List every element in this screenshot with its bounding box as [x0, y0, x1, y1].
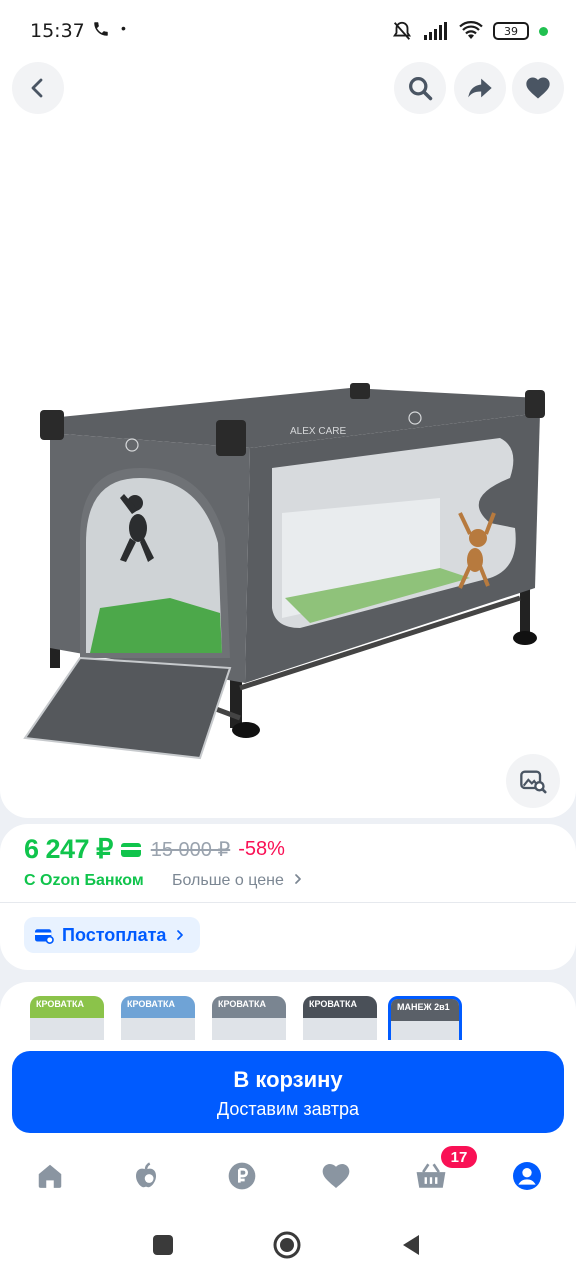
image-search-button[interactable]: [506, 754, 560, 808]
bank-card-icon: [120, 842, 141, 857]
status-time: 15:37: [30, 20, 85, 42]
bottom-nav: [0, 1146, 576, 1208]
triangle-back-icon: [403, 1235, 419, 1255]
chevron-right-icon: [295, 874, 302, 884]
apple-icon: [136, 1162, 156, 1188]
recents-button[interactable]: [148, 1230, 178, 1260]
home-icon: [38, 1164, 62, 1188]
status-dot: •: [121, 20, 126, 36]
delivery-subtitle: Доставим завтра: [216, 1099, 360, 1119]
square-icon: [153, 1235, 173, 1255]
share-button[interactable]: [454, 62, 506, 114]
thumbnail-label: КРОВАТКА: [127, 999, 175, 1009]
status-right-icons: 39: [391, 20, 548, 42]
add-to-cart-button[interactable]: В корзину Доставим завтра: [12, 1051, 564, 1133]
wifi-icon: [459, 21, 483, 39]
nav-profile[interactable]: [507, 1156, 547, 1196]
phone-icon: •: [92, 20, 126, 43]
discount-percent: -58%: [238, 838, 285, 860]
image-search-icon: [520, 770, 547, 794]
chevron-right-icon: [177, 930, 184, 940]
privacy-indicator: [539, 26, 548, 36]
heart-icon: [322, 1164, 350, 1188]
nav-home[interactable]: [30, 1156, 70, 1196]
price-with-ozon-bank: 6 247 ₽: [24, 834, 113, 864]
heart-icon: [526, 77, 550, 99]
thumbnail-label: КРОВАТКА: [36, 999, 84, 1009]
profile-icon: [513, 1162, 541, 1190]
battery-icon: 39: [493, 22, 529, 40]
divider: [0, 902, 576, 903]
system-nav-bar: [0, 1208, 576, 1280]
cart-panel: В корзину Доставим завтра: [0, 1040, 576, 1146]
mute-bell-icon: [392, 21, 412, 40]
postpay-chip[interactable]: Постоплата: [24, 917, 201, 953]
thumbnail-label: КРОВАТКА: [309, 999, 357, 1009]
chevron-left-icon: [31, 78, 43, 98]
search-icon: [409, 77, 433, 101]
postpay-label: Постоплата: [62, 924, 167, 945]
add-to-cart-title: В корзину: [233, 1067, 343, 1092]
home-system-button[interactable]: [272, 1230, 302, 1260]
price-card: 6 247 ₽ 15 000 ₽ -58% С Ozon Банком Боль…: [0, 824, 576, 970]
product-photo[interactable]: ALEX CARE: [20, 338, 550, 778]
ozon-bank-label: С Ozon Банком: [24, 872, 144, 889]
battery-level: 39: [504, 24, 518, 38]
nav-favorites[interactable]: [316, 1156, 356, 1196]
product-image-card: ALEX CARE: [0, 48, 576, 818]
more-about-price-label: Больше о цене: [172, 872, 284, 889]
photo-brand-text: ALEX CARE: [290, 426, 346, 437]
back-system-button[interactable]: [396, 1230, 426, 1260]
back-button[interactable]: [12, 62, 64, 114]
wallet-icon: [35, 929, 54, 944]
nav-finance[interactable]: [222, 1156, 262, 1196]
thumbnail-label: КРОВАТКА: [218, 999, 266, 1009]
price-row: 6 247 ₽ 15 000 ₽ -58%: [24, 834, 285, 865]
share-icon: [468, 78, 492, 98]
nav-fresh[interactable]: [126, 1156, 166, 1196]
search-button[interactable]: [394, 62, 446, 114]
more-about-price-link[interactable]: Больше о цене: [172, 872, 304, 890]
thumbnail-label: МАНЕЖ 2в1: [397, 1002, 450, 1012]
price-old: 15 000 ₽: [150, 839, 231, 861]
ruble-icon: [228, 1162, 256, 1190]
cart-count-badge: 17: [441, 1146, 477, 1168]
circle-icon: [273, 1231, 301, 1259]
favorite-button[interactable]: [512, 62, 564, 114]
signal-icon: [424, 22, 447, 40]
basket-icon: [416, 1163, 446, 1188]
